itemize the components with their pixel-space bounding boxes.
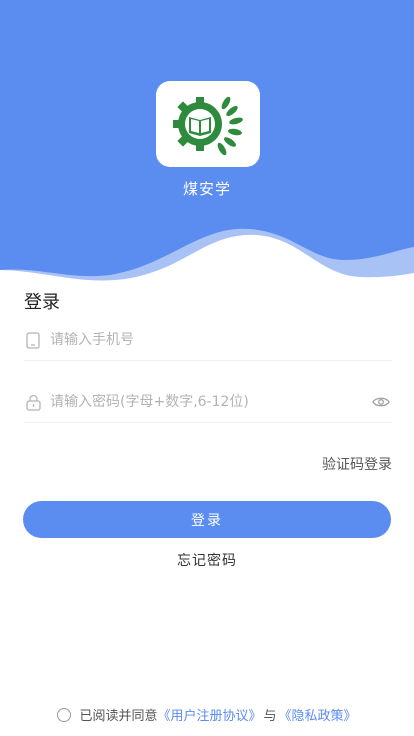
phone-icon [24,331,42,349]
agree-radio[interactable] [57,707,72,722]
password-field [24,382,392,423]
forgot-password-link[interactable]: 忘记密码 [0,550,414,570]
phone-input[interactable] [48,331,392,349]
code-login-link[interactable]: 验证码登录 [322,454,392,474]
login-button[interactable]: 登录 [23,501,391,538]
login-title: 登录 [24,292,60,313]
agreement-row: 已阅读并同意 《用户注册协议》 与 《隐私政策》 [0,705,414,724]
app-logo [156,81,260,167]
book-gear-logo-icon [173,96,243,156]
app-name: 煤安学 [182,180,231,198]
lock-icon [24,393,42,411]
header-banner: 煤安学 [0,0,414,295]
eye-icon[interactable] [370,393,392,411]
agreement-conjunction: 与 [263,709,277,724]
header-wave [0,228,414,295]
phone-field [24,320,392,361]
privacy-policy-link[interactable]: 《隐私政策》 [279,705,357,724]
user-agreement-link[interactable]: 《用户注册协议》 [157,705,261,724]
password-input[interactable] [48,393,370,411]
agreement-prefix: 已阅读并同意 [79,709,158,724]
